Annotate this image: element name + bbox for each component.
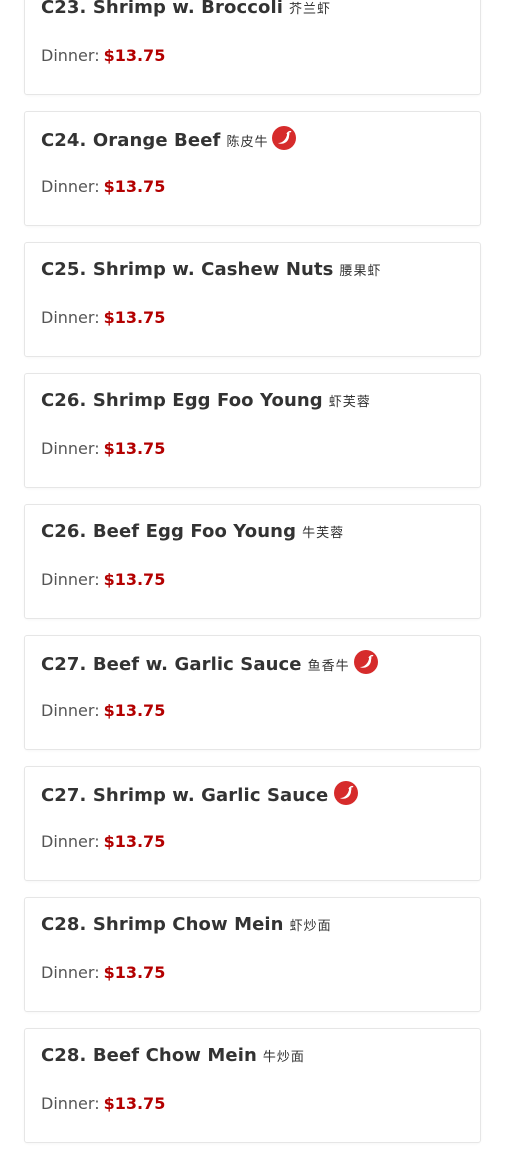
price-row: Dinner: $13.75: [41, 439, 165, 458]
menu-list: C23. Shrimp w. Broccoli 芥兰虾 Dinner: $13.7…: [24, 0, 481, 1159]
item-title: C24. Orange Beef 陈皮牛: [41, 126, 297, 152]
price-row: Dinner: $13.75: [41, 308, 165, 327]
menu-item-card[interactable]: C27. Beef w. Garlic Sauce 鱼香牛 Dinner: $13…: [24, 635, 481, 750]
item-chinese-name: 虾芙蓉: [328, 395, 371, 410]
price-value: $13.75: [103, 963, 166, 982]
item-name: C24. Orange Beef: [41, 129, 221, 151]
item-name: C27. Shrimp w. Garlic Sauce: [41, 784, 329, 806]
item-name: C26. Beef Egg Foo Young: [41, 521, 297, 542]
price-value: $13.75: [103, 1094, 166, 1113]
price-label: Dinner:: [41, 1094, 100, 1113]
item-chinese-name: 腰果虾: [339, 264, 382, 279]
item-title: C27. Beef w. Garlic Sauce 鱼香牛: [41, 650, 378, 676]
menu-item-card[interactable]: C23. Shrimp w. Broccoli 芥兰虾 Dinner: $13.7…: [24, 0, 481, 95]
price-label: Dinner:: [41, 963, 100, 982]
item-chinese-name: 陈皮牛: [226, 134, 269, 150]
chili-pepper-icon: [272, 126, 297, 150]
item-title: C25. Shrimp w. Cashew Nuts 腰果虾: [41, 259, 381, 280]
price-row: Dinner: $13.75: [41, 963, 165, 982]
item-title: C26. Beef Egg Foo Young 牛芙蓉: [41, 521, 344, 542]
price-value: $13.75: [103, 177, 166, 196]
menu-item-card[interactable]: C24. Orange Beef 陈皮牛 Dinner: $13.75: [24, 111, 481, 226]
item-name: C26. Shrimp Egg Foo Young: [41, 390, 323, 411]
item-name: C28. Shrimp Chow Mein: [41, 914, 284, 935]
price-label: Dinner:: [41, 308, 100, 327]
item-chinese-name: 牛芙蓉: [302, 526, 345, 541]
item-title: C28. Shrimp Chow Mein 虾炒面: [41, 914, 332, 935]
menu-item-card[interactable]: C27. Shrimp w. Garlic Sauce Dinner: $13.7…: [24, 766, 481, 881]
item-title: C28. Beef Chow Mein 牛炒面: [41, 1045, 305, 1066]
price-row: Dinner: $13.75: [41, 832, 165, 851]
item-title: C26. Shrimp Egg Foo Young 虾芙蓉: [41, 390, 371, 411]
price-value: $13.75: [103, 439, 166, 458]
price-label: Dinner:: [41, 439, 100, 458]
price-row: Dinner: $13.75: [41, 46, 165, 65]
item-chinese-name: 芥兰虾: [289, 2, 332, 17]
price-label: Dinner:: [41, 570, 100, 589]
item-name: C25. Shrimp w. Cashew Nuts: [41, 259, 334, 280]
item-name: C28. Beef Chow Mein: [41, 1045, 257, 1066]
menu-item-card[interactable]: C25. Shrimp w. Cashew Nuts 腰果虾 Dinner: $1…: [24, 242, 481, 357]
menu-item-card[interactable]: C26. Shrimp Egg Foo Young 虾芙蓉 Dinner: $13…: [24, 373, 481, 488]
price-label: Dinner:: [41, 701, 100, 720]
price-value: $13.75: [103, 46, 166, 65]
menu-item-card[interactable]: C28. Shrimp Chow Mein 虾炒面 Dinner: $13.75: [24, 897, 481, 1012]
item-title: C23. Shrimp w. Broccoli 芥兰虾: [41, 0, 331, 18]
price-label: Dinner:: [41, 832, 100, 851]
item-name: C23. Shrimp w. Broccoli: [41, 0, 283, 18]
price-value: $13.75: [103, 570, 166, 589]
item-chinese-name: 鱼香牛: [307, 658, 350, 674]
chili-pepper-icon: [334, 781, 359, 805]
price-label: Dinner:: [41, 177, 100, 196]
price-value: $13.75: [103, 832, 166, 851]
price-value: $13.75: [103, 701, 166, 720]
item-chinese-name: 牛炒面: [262, 1050, 305, 1065]
price-row: Dinner: $13.75: [41, 570, 165, 589]
price-value: $13.75: [103, 308, 166, 327]
item-name: C27. Beef w. Garlic Sauce: [41, 653, 302, 675]
item-title: C27. Shrimp w. Garlic Sauce: [41, 781, 359, 807]
item-chinese-name: 虾炒面: [289, 919, 332, 934]
menu-item-card[interactable]: C28. Beef Chow Mein 牛炒面 Dinner: $13.75: [24, 1028, 481, 1143]
price-row: Dinner: $13.75: [41, 177, 165, 196]
chili-pepper-icon: [353, 650, 378, 674]
price-row: Dinner: $13.75: [41, 701, 165, 720]
price-label: Dinner:: [41, 46, 100, 65]
price-row: Dinner: $13.75: [41, 1094, 165, 1113]
menu-item-card[interactable]: C26. Beef Egg Foo Young 牛芙蓉 Dinner: $13.7…: [24, 504, 481, 619]
